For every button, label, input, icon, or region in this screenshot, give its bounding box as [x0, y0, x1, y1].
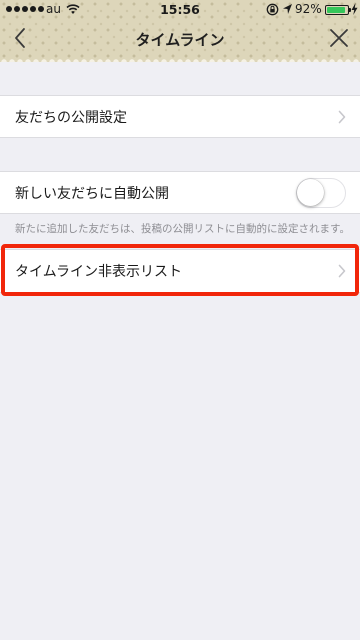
close-icon [330, 29, 348, 47]
location-arrow-icon [282, 3, 293, 18]
close-button[interactable] [324, 22, 354, 54]
toggle-knob [297, 178, 324, 206]
auto-publish-note: 新たに追加した友だちは、投稿の公開リストに自動的に設定されます。 [15, 223, 350, 235]
charging-bolt-icon [351, 3, 358, 18]
timeline-hidden-list-label: タイムライン非表示リスト [15, 264, 183, 280]
header: au 15:56 92% タイムライン [0, 0, 360, 62]
rotation-lock-icon [266, 3, 279, 19]
battery-percentage: 92% [295, 2, 322, 16]
chevron-right-icon [338, 110, 346, 123]
auto-publish-toggle[interactable] [296, 177, 346, 208]
friends-privacy-settings-label: 友だちの公開設定 [15, 109, 127, 126]
status-bar: au 15:56 92% [0, 0, 360, 20]
friends-privacy-settings-row[interactable]: 友だちの公開設定 [0, 95, 360, 138]
battery-icon [325, 5, 351, 15]
timeline-hidden-list-row[interactable]: タイムライン非表示リスト [0, 249, 360, 293]
auto-publish-row: 新しい友だちに自動公開 [0, 171, 360, 214]
screen: au 15:56 92% タイムライン 友だちの公開設定 新しい友だちに自動公開… [0, 0, 360, 640]
chevron-right-icon [338, 264, 346, 278]
page-title: タイムライン [135, 31, 225, 49]
auto-publish-label: 新しい友だちに自動公開 [15, 185, 169, 202]
back-button[interactable] [6, 22, 34, 54]
chevron-left-icon [15, 28, 25, 48]
nav-bar: タイムライン [0, 20, 360, 58]
